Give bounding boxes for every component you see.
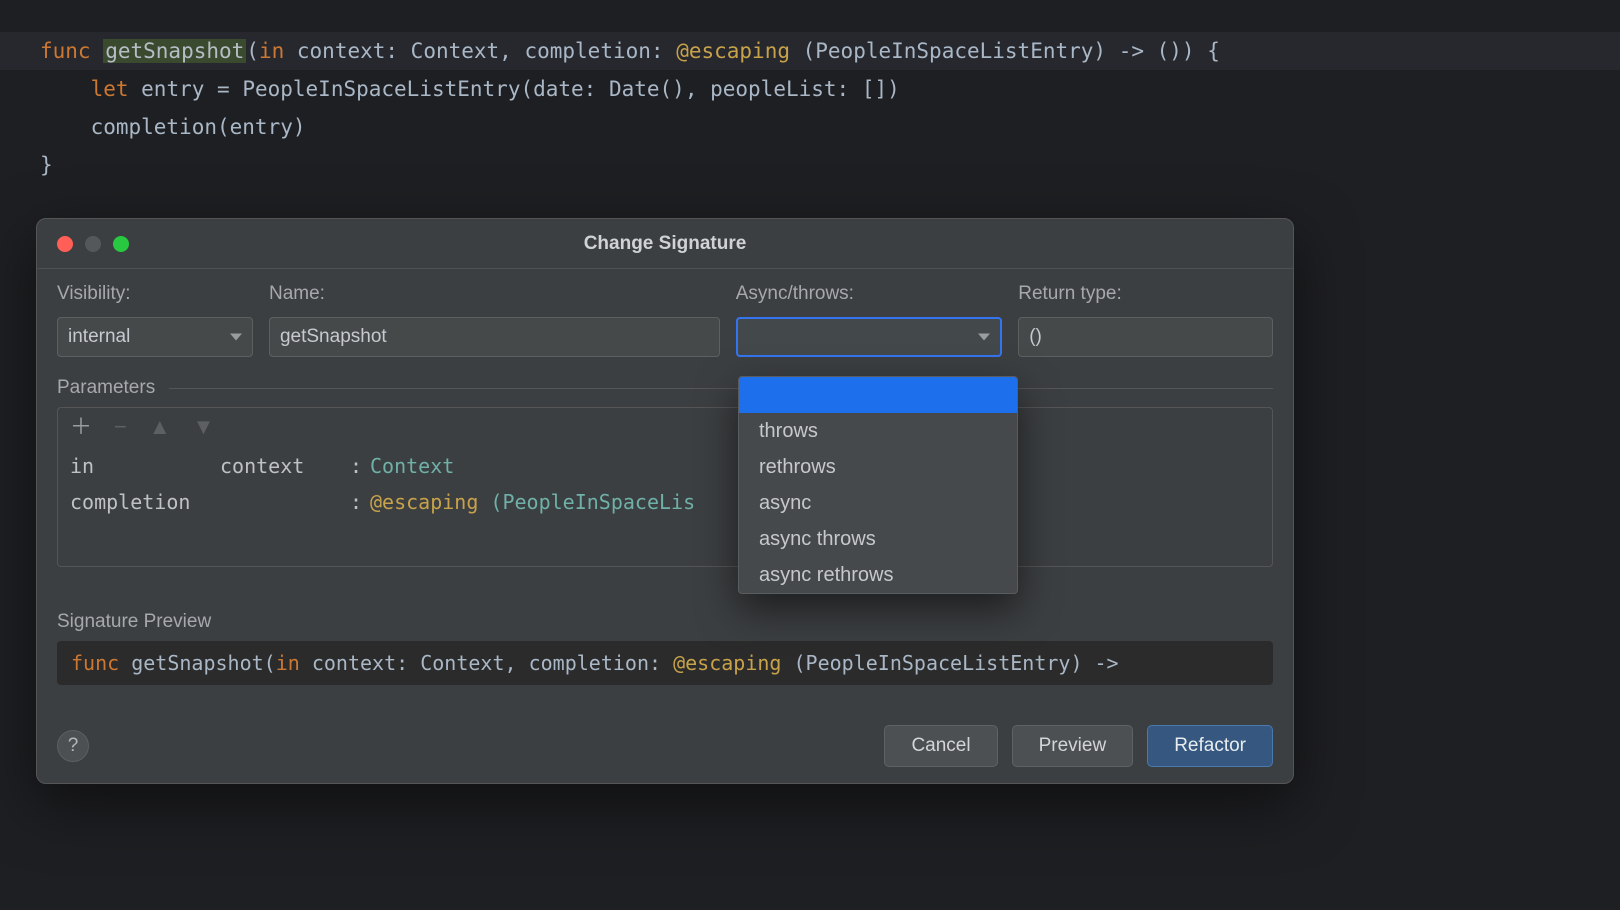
code-line[interactable]: let entry = PeopleInSpaceListEntry(date:… [0, 70, 1620, 108]
code-line[interactable]: } [0, 146, 1620, 184]
cancel-button[interactable]: Cancel [884, 725, 997, 767]
parameter-row[interactable]: completion: @escaping (PeopleInSpaceLis [70, 484, 1260, 520]
chevron-down-icon [978, 334, 990, 341]
dropdown-item[interactable]: throws [739, 413, 1017, 449]
name-value: getSnapshot [280, 326, 387, 348]
return-type-label: Return type: [1018, 283, 1273, 309]
dialog-title: Change Signature [37, 233, 1293, 255]
async-throws-select[interactable] [736, 317, 1003, 357]
preview-button[interactable]: Preview [1012, 725, 1134, 767]
async-throws-dropdown[interactable]: throwsrethrowsasyncasync throwsasync ret… [738, 376, 1018, 594]
code-editor[interactable]: func getSnapshot(in context: Context, co… [0, 0, 1620, 184]
visibility-select[interactable]: internal [57, 317, 253, 357]
dialog-footer: ? Cancel Preview Refactor [37, 725, 1293, 767]
dropdown-item[interactable] [739, 377, 1017, 413]
change-signature-dialog: Change Signature Visibility: internal Na… [36, 218, 1294, 784]
async-throws-label: Async/throws: [736, 283, 1003, 309]
signature-preview-label: Signature Preview [57, 611, 1273, 633]
remove-parameter-icon[interactable]: − [114, 416, 127, 438]
visibility-value: internal [68, 326, 130, 348]
help-button[interactable]: ? [57, 730, 89, 762]
dialog-titlebar: Change Signature [37, 219, 1293, 269]
name-label: Name: [269, 283, 720, 309]
parameter-list[interactable]: incontext: Contextcompletion: @escaping … [58, 446, 1272, 520]
move-down-icon[interactable]: ▼ [193, 416, 215, 438]
code-line[interactable]: completion(entry) [0, 108, 1620, 146]
move-up-icon[interactable]: ▲ [149, 416, 171, 438]
signature-preview: func getSnapshot(in context: Context, co… [57, 641, 1273, 685]
dropdown-item[interactable]: async throws [739, 521, 1017, 557]
return-type-value: () [1029, 326, 1042, 348]
divider [169, 388, 1273, 389]
parameter-row[interactable]: incontext: Context [70, 448, 1260, 484]
dialog-body: Visibility: internal Name: getSnapshot A… [37, 269, 1293, 685]
code-line[interactable]: func getSnapshot(in context: Context, co… [0, 32, 1620, 70]
add-parameter-icon[interactable]: ＋ [70, 416, 92, 438]
name-input[interactable]: getSnapshot [269, 317, 720, 357]
visibility-label: Visibility: [57, 283, 253, 309]
dropdown-item[interactable]: async rethrows [739, 557, 1017, 593]
dropdown-item[interactable]: async [739, 485, 1017, 521]
return-type-input[interactable]: () [1018, 317, 1273, 357]
refactor-button[interactable]: Refactor [1147, 725, 1273, 767]
parameters-label: Parameters [57, 377, 155, 399]
chevron-down-icon [230, 334, 242, 341]
parameters-panel: ＋ − ▲ ▼ incontext: Contextcompletion: @e… [57, 407, 1273, 567]
dropdown-item[interactable]: rethrows [739, 449, 1017, 485]
